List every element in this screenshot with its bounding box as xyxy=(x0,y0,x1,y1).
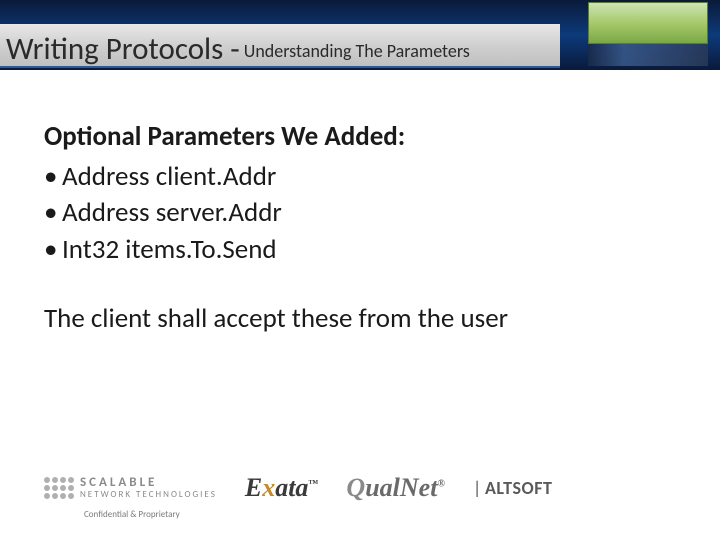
content-body: The client shall accept these from the u… xyxy=(44,302,676,335)
logo-altsoft: |ALTSOFT xyxy=(473,477,552,499)
logo-scalable: SCALABLE NETWORK TECHNOLOGIES xyxy=(44,476,217,500)
slide-title-sub: Understanding The Parameters xyxy=(244,40,470,62)
scalable-text: SCALABLE NETWORK TECHNOLOGIES xyxy=(80,476,217,500)
logo-exata: Exata™ xyxy=(245,473,319,503)
content-heading: Optional Parameters We Added: xyxy=(44,120,676,153)
confidential-label: Confidential & Proprietary xyxy=(84,509,676,520)
slide-footer: SCALABLE NETWORK TECHNOLOGIES Exata™ Qua… xyxy=(44,473,676,520)
header-decor-green xyxy=(588,2,708,44)
slide-title-main: Writing Protocols - xyxy=(6,30,240,68)
logo-row: SCALABLE NETWORK TECHNOLOGIES Exata™ Qua… xyxy=(44,473,676,503)
logo-qualnet: QualNet® xyxy=(346,473,445,503)
list-item: Int32 items.To.Send xyxy=(44,232,676,268)
header-decor-reflection xyxy=(588,44,708,66)
bullet-list: Address client.Addr Address server.Addr … xyxy=(44,159,676,268)
list-item: Address server.Addr xyxy=(44,195,676,231)
slide-content: Optional Parameters We Added: Address cl… xyxy=(0,70,720,335)
list-item: Address client.Addr xyxy=(44,159,676,195)
scalable-dots-icon xyxy=(44,477,74,499)
slide-header: Writing Protocols - Understanding The Pa… xyxy=(0,0,720,70)
title-bar: Writing Protocols - Understanding The Pa… xyxy=(0,24,560,68)
